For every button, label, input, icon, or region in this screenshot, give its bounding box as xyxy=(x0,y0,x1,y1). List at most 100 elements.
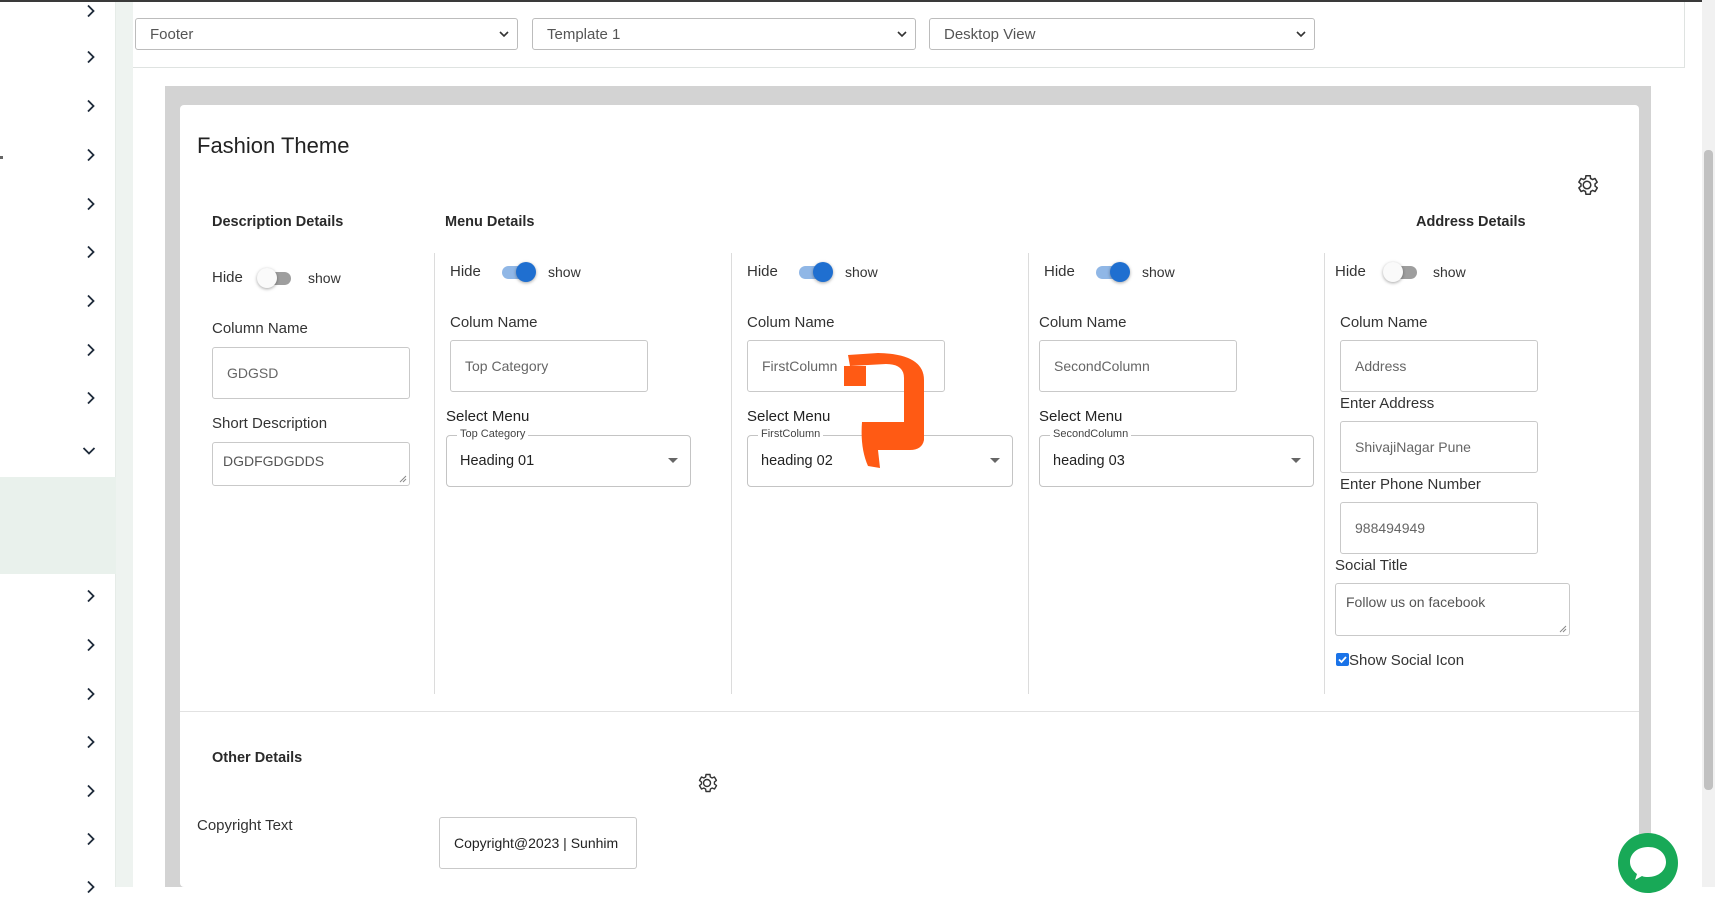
sidebar xyxy=(0,0,133,894)
chat-button[interactable] xyxy=(1618,833,1678,893)
sidebar-rail xyxy=(116,2,133,887)
section-separator xyxy=(180,711,1639,712)
menu-heading: Menu Details xyxy=(445,214,535,230)
sidebar-item[interactable] xyxy=(0,872,116,902)
menu-col3-select-legend: SecondColumn xyxy=(1050,428,1132,440)
menu-col3-select-value: heading 03 xyxy=(1053,453,1125,469)
enter-address-label: Enter Address xyxy=(1340,395,1435,412)
theme-card: Fashion Theme Description Details Hide s… xyxy=(180,105,1639,887)
column-name-input[interactable]: GDGSD xyxy=(212,347,410,399)
description-toggle[interactable] xyxy=(257,268,291,288)
sidebar-item[interactable] xyxy=(0,42,116,72)
menu-col1-hide-label: Hide xyxy=(450,263,481,280)
menu-col1-colum-name-label: Colum Name xyxy=(450,314,538,331)
chevron-right-icon xyxy=(87,391,95,405)
sidebar-item[interactable] xyxy=(0,140,116,170)
view-select-value: Desktop View xyxy=(944,25,1036,43)
divider xyxy=(1324,253,1325,694)
chevron-right-icon xyxy=(87,784,95,798)
show-social-icon-label: Show Social Icon xyxy=(1349,652,1465,669)
menu-col2-colum-name-label: Colum Name xyxy=(747,314,835,331)
page-title: Fashion Theme xyxy=(197,133,350,158)
chevron-down-icon xyxy=(82,447,96,455)
sidebar-item[interactable] xyxy=(0,727,116,757)
template-select[interactable]: Template 1 xyxy=(532,18,916,50)
chevron-right-icon xyxy=(87,197,95,211)
sidebar-item[interactable] xyxy=(0,824,116,854)
menu-col1-toggle[interactable] xyxy=(500,262,536,282)
menu-col2-hide-label: Hide xyxy=(747,263,778,280)
chevron-right-icon xyxy=(87,687,95,701)
address-toggle[interactable] xyxy=(1383,262,1417,282)
chevron-right-icon xyxy=(87,589,95,603)
gear-icon[interactable] xyxy=(695,771,719,795)
copyright-label: Copyright Text xyxy=(197,817,293,834)
sidebar-active-item[interactable] xyxy=(0,477,116,574)
sidebar-item[interactable] xyxy=(0,286,116,316)
resize-grip-icon[interactable] xyxy=(399,475,407,483)
chevron-right-icon xyxy=(87,148,95,162)
chevron-right-icon xyxy=(87,50,95,64)
divider xyxy=(434,253,435,694)
divider xyxy=(731,253,732,694)
address-hide-label: Hide xyxy=(1335,263,1366,280)
gear-icon[interactable] xyxy=(1574,172,1600,198)
enter-address-input[interactable]: ShivajiNagar Pune xyxy=(1340,421,1538,473)
short-description-label: Short Description xyxy=(212,415,328,432)
caret-down-icon xyxy=(990,458,1000,463)
chevron-right-icon xyxy=(87,99,95,113)
view-select[interactable]: Desktop View xyxy=(929,18,1315,50)
template-select-value: Template 1 xyxy=(547,25,621,43)
chevron-right-icon xyxy=(87,638,95,652)
sidebar-item[interactable] xyxy=(0,383,116,413)
menu-col1-select-value: Heading 01 xyxy=(460,453,535,469)
description-show-label: show xyxy=(308,270,341,286)
description-hide-label: Hide xyxy=(212,269,243,286)
copyright-input[interactable]: Copyright@2023 | Sunhim xyxy=(439,817,637,869)
sidebar-item[interactable] xyxy=(0,189,116,219)
sidebar-item[interactable] xyxy=(0,630,116,660)
menu-col1-colum-name-value: Top Category xyxy=(465,358,549,374)
menu-col3-colum-name-input[interactable]: SecondColumn xyxy=(1039,340,1237,392)
resize-grip-icon[interactable] xyxy=(1559,625,1567,633)
scrollbar-thumb[interactable] xyxy=(1704,150,1713,790)
chevron-right-icon xyxy=(87,880,95,894)
menu-col2-select-label: Select Menu xyxy=(747,408,831,425)
short-description-textarea[interactable]: DGDFGDGDDS xyxy=(212,442,410,486)
sidebar-item[interactable] xyxy=(0,581,116,611)
chevron-right-icon xyxy=(87,832,95,846)
sidebar-item[interactable] xyxy=(0,0,116,26)
menu-col1-colum-name-input[interactable]: Top Category xyxy=(450,340,648,392)
address-colum-name-value: Address xyxy=(1355,358,1407,374)
menu-col3-show-label: show xyxy=(1142,264,1175,280)
copyright-value: Copyright@2023 | Sunhim xyxy=(454,835,619,851)
menu-col3-select[interactable]: SecondColumn heading 03 xyxy=(1039,428,1314,487)
menu-col1-select-label: Select Menu xyxy=(446,408,530,425)
divider xyxy=(1028,253,1029,694)
menu-col1-select[interactable]: Top Category Heading 01 xyxy=(446,428,691,487)
menu-col1-select-legend: Top Category xyxy=(457,428,529,440)
address-colum-name-input[interactable]: Address xyxy=(1340,340,1538,392)
sidebar-item[interactable] xyxy=(0,679,116,709)
column-name-value: GDGSD xyxy=(227,365,279,381)
chevron-right-icon xyxy=(87,735,95,749)
section-select[interactable]: Footer xyxy=(135,18,518,50)
sidebar-item[interactable] xyxy=(0,335,116,365)
show-social-icon-checkbox[interactable] xyxy=(1336,653,1349,666)
menu-col2-toggle[interactable] xyxy=(797,262,833,282)
sidebar-item[interactable] xyxy=(0,436,116,466)
sidebar-item[interactable] xyxy=(0,237,116,267)
menu-col3-colum-name-value: SecondColumn xyxy=(1054,358,1150,374)
enter-address-value: ShivajiNagar Pune xyxy=(1355,439,1471,455)
menu-col1-show-label: show xyxy=(548,264,581,280)
phone-value: 988494949 xyxy=(1355,520,1426,536)
menu-col3-toggle[interactable] xyxy=(1094,262,1130,282)
page-scrollbar[interactable] xyxy=(1702,0,1715,887)
sidebar-item[interactable] xyxy=(0,91,116,121)
menu-col3-select-label: Select Menu xyxy=(1039,408,1123,425)
description-heading: Description Details xyxy=(212,214,344,230)
social-title-textarea[interactable]: Follow us on facebook xyxy=(1335,583,1570,636)
phone-input[interactable]: 988494949 xyxy=(1340,502,1538,554)
sidebar-item[interactable] xyxy=(0,776,116,806)
short-description-value: DGDFGDGDDS xyxy=(223,453,325,469)
